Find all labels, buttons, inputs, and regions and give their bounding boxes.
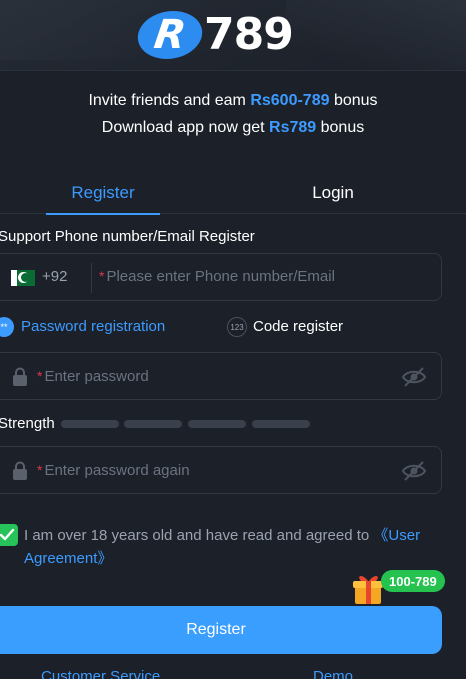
field-divider — [91, 263, 92, 293]
registration-mode: ** Password registration 123 Code regist… — [0, 316, 466, 338]
phone-placeholder: Please enter Phone number/Email — [106, 268, 335, 285]
tab-register[interactable]: Register — [46, 172, 160, 215]
lock-icon — [13, 461, 27, 480]
logo-badge: R — [134, 11, 206, 59]
check-icon — [0, 528, 15, 541]
phone-email-input[interactable]: * Please enter Phone number/Email — [99, 268, 335, 286]
country-code[interactable]: +92 — [42, 268, 67, 285]
strength-label: Strength — [0, 415, 55, 432]
demo-link[interactable]: Demo — [313, 668, 353, 679]
promo-line-download: Download app now get Rs789 bonus — [0, 119, 466, 137]
promo-text: Invite friends and eam — [88, 92, 251, 109]
password-placeholder: Enter password — [44, 368, 149, 385]
agreement-text: I am over 18 years old and have read and… — [24, 524, 444, 570]
pakistan-flag-icon[interactable] — [11, 270, 35, 286]
agreement-statement: I am over 18 years old and have read and… — [24, 527, 374, 544]
password-registration-label[interactable]: Password registration — [21, 318, 165, 335]
required-asterisk: * — [37, 462, 43, 478]
tab-login[interactable]: Login — [276, 172, 390, 214]
confirm-password-input[interactable]: * Enter password again — [37, 462, 190, 480]
gift-icon[interactable] — [352, 572, 384, 606]
promo-text: Download app now get — [101, 119, 270, 136]
promo-line-invite: Invite friends and eam Rs600-789 bonus — [0, 92, 466, 110]
phone-email-field[interactable]: +92 * Please enter Phone number/Email — [0, 253, 442, 301]
agreement-checkbox[interactable] — [0, 524, 18, 546]
auth-tabs: Register Login — [0, 172, 466, 215]
code-register-radio[interactable]: 123 — [227, 317, 247, 337]
promo-amount: Rs600-789 — [250, 92, 330, 109]
required-asterisk: * — [37, 368, 43, 384]
required-asterisk: * — [99, 268, 105, 284]
password-registration-radio[interactable]: ** — [0, 317, 14, 337]
strength-bar — [61, 420, 119, 428]
eye-hidden-icon[interactable] — [401, 365, 427, 389]
confirm-password-field[interactable]: * Enter password again — [0, 446, 442, 494]
promo-text: bonus — [329, 92, 378, 109]
strength-bar — [252, 420, 310, 428]
eye-hidden-icon[interactable] — [401, 459, 427, 483]
password-input[interactable]: * Enter password — [37, 368, 149, 386]
brand-logo: R 789 — [134, 9, 298, 60]
strength-bar — [188, 420, 246, 428]
phone-section-label: Support Phone number/Email Register — [0, 228, 255, 245]
logo-letter: R — [151, 12, 189, 58]
register-button[interactable]: Register — [0, 606, 442, 654]
confirm-password-placeholder: Enter password again — [44, 462, 190, 479]
strength-bar — [124, 420, 182, 428]
promo-text: bonus — [316, 119, 365, 136]
lock-icon — [13, 367, 27, 386]
gift-badge[interactable]: 100-789 — [381, 570, 445, 592]
logo-number: 789 — [204, 9, 294, 60]
password-field[interactable]: * Enter password — [0, 352, 442, 400]
customer-service-link[interactable]: Customer Service — [41, 668, 160, 679]
promo-amount: Rs789 — [269, 119, 317, 136]
code-register-label[interactable]: Code register — [253, 318, 343, 335]
